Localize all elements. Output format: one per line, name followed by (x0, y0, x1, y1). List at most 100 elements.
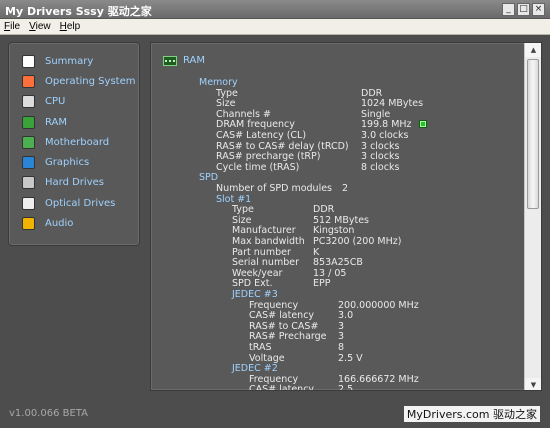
property-name: Cycle time (tRAS) (216, 161, 300, 173)
sidebar-item-label: Audio (45, 218, 74, 230)
sidebar-item-hard-drives[interactable]: Hard Drives (9, 173, 139, 193)
property-value: 3 (338, 320, 345, 332)
memory-row: Channels # Single (216, 108, 390, 120)
property-name: Voltage (249, 352, 285, 364)
memory-row: DRAM frequency 199.8 MHz (216, 119, 427, 130)
property-name: RAS# to CAS# (249, 320, 319, 332)
sidebar-item-ram[interactable]: RAM (9, 112, 139, 132)
spd-modules-row: Number of SPD modules 2 (216, 183, 348, 194)
hard-drive-icon (22, 176, 35, 190)
property-value: 2.5 (338, 384, 354, 391)
property-name: RAS# to CAS# delay (tRCD) (216, 140, 349, 152)
maximize-button[interactable]: □ (517, 3, 530, 16)
property-name: Number of SPD modules (216, 183, 333, 194)
version-label: v1.00.066 BETA (9, 408, 88, 419)
details-panel: RAM Memory Type DDR Size 1024 MBytes Channels… (150, 42, 542, 391)
jedec3-row: RAS# Precharge 3 (249, 331, 344, 343)
property-value: 3.0 clocks (361, 130, 409, 141)
property-name: RAS# Precharge (249, 331, 327, 343)
sidebar-item-motherboard[interactable]: Motherboard (9, 132, 139, 152)
sidebar-item-label: Graphics (45, 157, 90, 169)
property-name: Serial number (232, 257, 299, 269)
property-value: 200.000000 MHz (338, 299, 419, 311)
property-value: K (313, 246, 320, 258)
property-name: RAS# precharge (tRP) (216, 151, 321, 163)
jedec3-row: CAS# latency 3.0 (249, 310, 353, 321)
scroll-down-arrow-icon[interactable]: ▼ (525, 378, 541, 390)
slot1-row: SPD Ext. EPP (232, 278, 330, 290)
menu-file[interactable]: File (4, 21, 20, 32)
graphics-icon (22, 156, 35, 170)
property-value: 8 clocks (361, 161, 400, 173)
sidebar-item-audio[interactable]: Audio (9, 213, 139, 233)
scroll-thumb[interactable] (527, 59, 539, 209)
menu-help[interactable]: Help (60, 21, 81, 32)
sidebar-item-label: Summary (45, 55, 94, 67)
menu-bar: File View Help (0, 19, 550, 35)
close-button[interactable]: × (532, 3, 545, 16)
property-name: CAS# latency (249, 384, 315, 391)
memory-row: Type DDR (216, 87, 382, 99)
status-ok-icon (419, 120, 427, 129)
property-value: 166.666672 MHz (338, 373, 419, 385)
watermark: MyDrivers.com 驱动之家 (403, 406, 540, 422)
memory-section-header: Memory (199, 77, 238, 88)
title-bar: My Drivers Sssy 驱动之家 _ □ × (0, 0, 550, 19)
property-value: PC3200 (200 MHz) (313, 236, 402, 247)
sidebar-item-label: Operating System (45, 75, 136, 87)
property-value: 2 (342, 183, 349, 194)
window-controls: _ □ × (502, 3, 545, 16)
property-name: Max bandwidth (232, 236, 305, 247)
sidebar-item-optical-drives[interactable]: Optical Drives (9, 193, 139, 213)
property-value: 13 / 05 (313, 267, 347, 279)
memory-row: RAS# precharge (tRP) 3 clocks (216, 151, 399, 163)
slot1-row: Part number K (232, 247, 319, 258)
property-value: 3 (338, 331, 345, 343)
property-value: 3 clocks (361, 151, 400, 163)
property-name: Type (216, 87, 238, 99)
sidebar-item-operating-system[interactable]: Operating System (9, 71, 139, 91)
window-title: My Drivers Sssy 驱动之家 (5, 5, 152, 18)
slot1-header: Slot #1 (216, 193, 252, 205)
optical-drive-icon (22, 196, 35, 210)
slot1-row: Manufacturer Kingston (232, 225, 354, 237)
slot1-row: Size 512 MBytes (232, 214, 369, 226)
property-name: Week/year (232, 267, 283, 279)
property-value: DDR (313, 204, 335, 216)
property-name: Frequency (249, 299, 299, 311)
memory-row: Cycle time (tRAS) 8 clocks (216, 161, 399, 173)
property-value: DDR (361, 87, 383, 99)
property-value: 3.0 (338, 310, 354, 322)
sidebar-item-label: Optical Drives (45, 197, 116, 209)
memory-row: Size 1024 MBytes (216, 98, 423, 109)
menu-view[interactable]: View (29, 21, 51, 32)
property-name: Channels # (216, 108, 271, 120)
vertical-scrollbar[interactable]: ▲ ▼ (524, 43, 541, 390)
sidebar-item-graphics[interactable]: Graphics (9, 152, 139, 172)
property-name: Manufacturer (232, 225, 296, 237)
property-value: 199.8 MHz (361, 119, 412, 131)
property-value: 3 clocks (361, 140, 400, 152)
motherboard-icon (22, 135, 35, 149)
summary-icon (22, 54, 35, 68)
sidebar-item-summary[interactable]: Summary (9, 51, 139, 71)
scroll-up-arrow-icon[interactable]: ▲ (525, 43, 541, 57)
property-value: Kingston (313, 225, 355, 237)
slot1-row: Max bandwidth PC3200 (200 MHz) (232, 236, 401, 247)
minimize-button[interactable]: _ (502, 3, 515, 16)
sidebar-item-label: Motherboard (45, 136, 110, 148)
memory-row: CAS# Latency (CL) 3.0 clocks (216, 130, 408, 141)
section-title-label: RAM (183, 55, 206, 66)
jedec3-row: Frequency 200.000000 MHz (249, 299, 419, 311)
property-name: tRAS (249, 342, 272, 353)
ram-icon (163, 55, 177, 66)
jedec2-header: JEDEC #2 (232, 363, 278, 375)
jedec2-row: CAS# latency 2.5 (249, 384, 353, 391)
slot1-row: Week/year 13 / 05 (232, 267, 346, 279)
sidebar-item-cpu[interactable]: CPU (9, 92, 139, 112)
spd-section-header: SPD (199, 172, 219, 184)
property-value: EPP (313, 278, 331, 290)
property-name: SPD Ext. (232, 278, 273, 290)
audio-icon (22, 217, 35, 231)
property-name: Size (232, 214, 252, 226)
